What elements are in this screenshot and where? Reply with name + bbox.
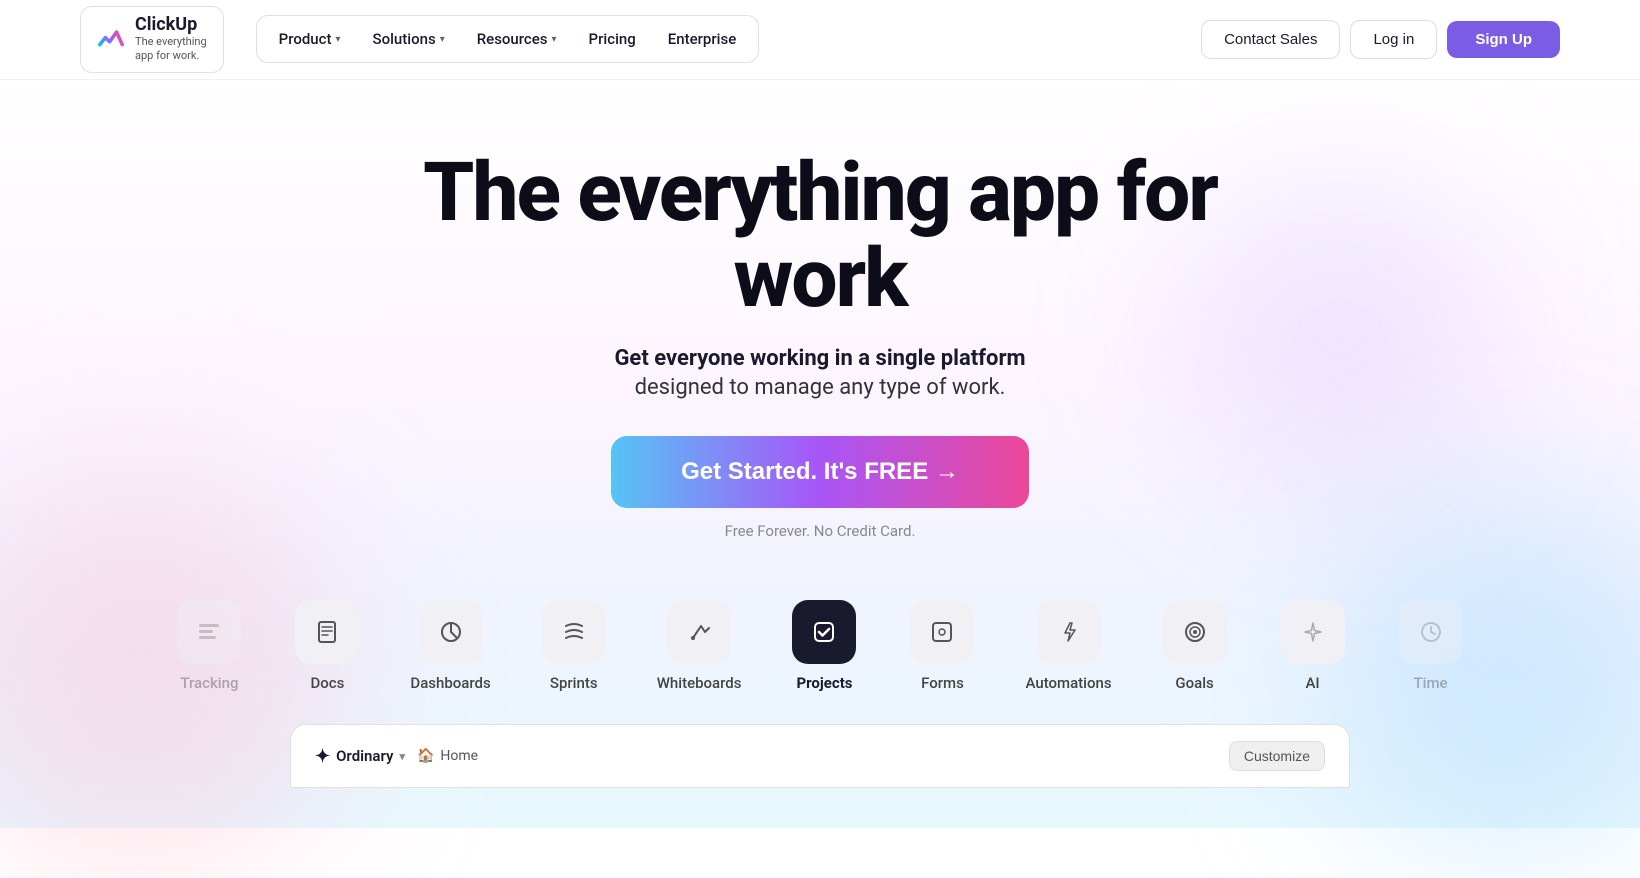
tab-forms-label: Forms xyxy=(921,674,964,692)
logo-tagline: The everythingapp for work. xyxy=(135,35,207,64)
sprints-icon xyxy=(542,600,606,664)
feature-tabs: Tracking Docs Dashboards xyxy=(154,588,1485,704)
tab-docs-label: Docs xyxy=(310,674,344,692)
tab-automations-label: Automations xyxy=(1025,674,1111,692)
tab-projects-label: Projects xyxy=(796,674,852,692)
hero-title: The everything app for work xyxy=(370,150,1270,322)
tab-tracking[interactable]: Tracking xyxy=(154,588,264,704)
breadcrumb-home: Home xyxy=(440,748,478,764)
docs-icon xyxy=(295,600,359,664)
tab-whiteboards[interactable]: Whiteboards xyxy=(637,588,762,704)
workspace-star-icon: ✦ xyxy=(315,746,330,767)
nav-resources[interactable]: Resources ▾ xyxy=(463,22,571,56)
login-button[interactable]: Log in xyxy=(1350,20,1437,59)
tab-ai-label: AI xyxy=(1305,674,1319,692)
tab-time[interactable]: Time xyxy=(1376,588,1486,704)
chevron-down-icon: ▾ xyxy=(335,34,340,45)
tab-dashboards-label: Dashboards xyxy=(410,674,490,692)
hero-section: The everything app for work Get everyone… xyxy=(0,80,1640,828)
contact-sales-button[interactable]: Contact Sales xyxy=(1201,20,1340,59)
whiteboards-icon xyxy=(667,600,731,664)
app-preview: ✦ Ordinary ▾ 🏠 Home Customize xyxy=(290,724,1350,788)
tab-time-label: Time xyxy=(1414,674,1448,692)
tab-projects[interactable]: Projects xyxy=(769,588,879,704)
hero-subtitle-line2: designed to manage any type of work. xyxy=(614,375,1025,400)
chevron-down-icon: ▾ xyxy=(552,34,557,45)
tab-goals-label: Goals xyxy=(1175,674,1213,692)
signup-button[interactable]: Sign Up xyxy=(1447,21,1560,58)
preview-breadcrumb: 🏠 Home xyxy=(417,748,478,764)
navbar: ClickUp The everythingapp for work. Prod… xyxy=(0,0,1640,80)
nav-solutions[interactable]: Solutions ▾ xyxy=(359,22,459,56)
projects-icon xyxy=(792,600,856,664)
nav-links: Product ▾ Solutions ▾ Resources ▾ Pricin… xyxy=(256,15,760,63)
forms-icon xyxy=(910,600,974,664)
workspace-logo[interactable]: ✦ Ordinary ▾ xyxy=(315,746,405,767)
chevron-down-icon: ▾ xyxy=(399,750,405,763)
tab-docs[interactable]: Docs xyxy=(272,588,382,704)
home-icon: 🏠 xyxy=(417,748,434,764)
nav-enterprise[interactable]: Enterprise xyxy=(654,22,750,56)
goals-icon xyxy=(1163,600,1227,664)
nav-pricing[interactable]: Pricing xyxy=(575,22,650,56)
preview-workspace: ✦ Ordinary ▾ 🏠 Home xyxy=(315,746,478,767)
time-icon xyxy=(1399,600,1463,664)
automations-icon xyxy=(1037,600,1101,664)
dashboards-icon xyxy=(419,600,483,664)
cta-sub-text: Free Forever. No Credit Card. xyxy=(725,522,916,540)
tab-tracking-label: Tracking xyxy=(180,674,238,692)
chevron-down-icon: ▾ xyxy=(440,34,445,45)
tab-goals[interactable]: Goals xyxy=(1140,588,1250,704)
ai-icon xyxy=(1281,600,1345,664)
tracking-icon xyxy=(177,600,241,664)
tab-sprints-label: Sprints xyxy=(550,674,598,692)
workspace-name: Ordinary xyxy=(336,747,393,765)
tab-sprints[interactable]: Sprints xyxy=(519,588,629,704)
tab-whiteboards-label: Whiteboards xyxy=(657,674,742,692)
tab-scroll: Tracking Docs Dashboards xyxy=(154,588,1485,704)
hero-subtitle-line1: Get everyone working in a single platfor… xyxy=(614,346,1025,371)
logo-name: ClickUp xyxy=(135,15,207,35)
nav-product[interactable]: Product ▾ xyxy=(265,22,355,56)
customize-button[interactable]: Customize xyxy=(1229,741,1325,771)
logo[interactable]: ClickUp The everythingapp for work. xyxy=(80,6,224,72)
tab-ai[interactable]: AI xyxy=(1258,588,1368,704)
clickup-logo-icon xyxy=(97,25,125,53)
tab-automations[interactable]: Automations xyxy=(1005,588,1131,704)
tab-forms[interactable]: Forms xyxy=(887,588,997,704)
tab-dashboards[interactable]: Dashboards xyxy=(390,588,510,704)
cta-button[interactable]: Get Started. It's FREE → xyxy=(611,436,1029,508)
nav-actions: Contact Sales Log in Sign Up xyxy=(1201,20,1560,59)
